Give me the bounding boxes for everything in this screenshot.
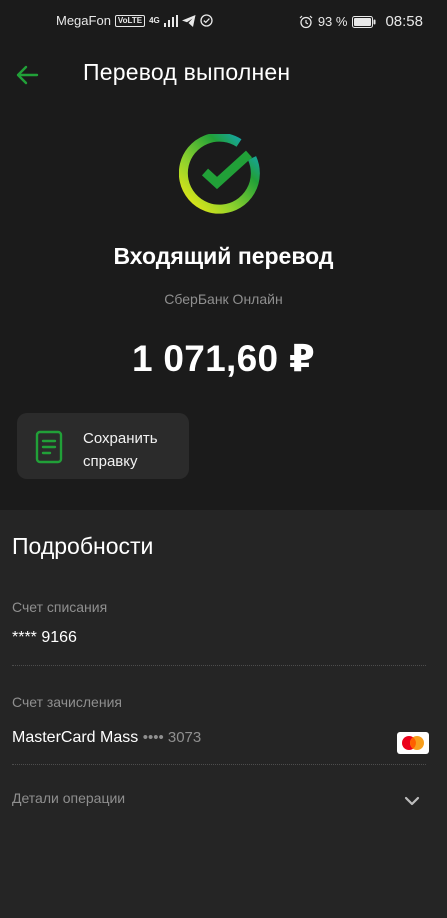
- chevron-down-icon: [404, 796, 420, 806]
- network-type: 4G: [149, 15, 160, 25]
- operation-details-toggle[interactable]: Детали операции: [0, 778, 447, 822]
- details-panel: Подробности Счет списания **** 9166 Счет…: [0, 510, 447, 918]
- status-right: 93 % 08:58: [299, 13, 423, 30]
- details-title: Подробности: [12, 533, 154, 559]
- save-receipt-button[interactable]: Сохранить справку: [17, 413, 189, 479]
- credit-account-value: MasterCard Mass •••• 3073: [12, 729, 201, 747]
- battery-icon: [352, 15, 376, 28]
- operation-title: Входящий перевод: [113, 243, 334, 269]
- divider: [12, 665, 426, 666]
- signal-icon: [163, 14, 178, 27]
- volte-badge: VoLTE: [114, 14, 146, 27]
- card-mask: •••• 3073: [142, 729, 202, 746]
- alarm-icon: [299, 15, 313, 28]
- carrier-name: MegaFon: [56, 13, 111, 28]
- check-circle-icon: [200, 14, 213, 27]
- debit-account-label: Счет списания: [12, 599, 108, 615]
- save-receipt-label: Сохранить справку: [83, 430, 158, 470]
- arrow-left-icon: [16, 65, 39, 85]
- document-icon: [35, 430, 63, 464]
- status-bar: MegaFon VoLTE 4G 93 % 08:58: [0, 0, 447, 40]
- divider: [12, 764, 426, 765]
- credit-account-label: Счет зачисления: [12, 694, 122, 710]
- back-button[interactable]: [10, 58, 44, 92]
- battery-percent: 93 %: [317, 14, 348, 29]
- telegram-icon: [181, 14, 196, 27]
- sber-check-logo: [179, 134, 260, 214]
- mastercard-icon: [397, 732, 429, 754]
- operation-details-label: Детали операции: [12, 790, 126, 806]
- page-title: Перевод выполнен: [83, 59, 291, 85]
- debit-account-value: **** 9166: [12, 629, 77, 646]
- clock: 08:58: [385, 13, 423, 30]
- operation-source: СберБанк Онлайн: [164, 291, 283, 307]
- receipt-summary: Перевод выполнен Входящий перевод СберБа…: [0, 40, 447, 510]
- card-name: MasterCard Mass: [12, 729, 139, 746]
- operation-amount: 1 071,60 ₽: [131, 338, 316, 379]
- status-left: MegaFon VoLTE 4G: [56, 13, 213, 28]
